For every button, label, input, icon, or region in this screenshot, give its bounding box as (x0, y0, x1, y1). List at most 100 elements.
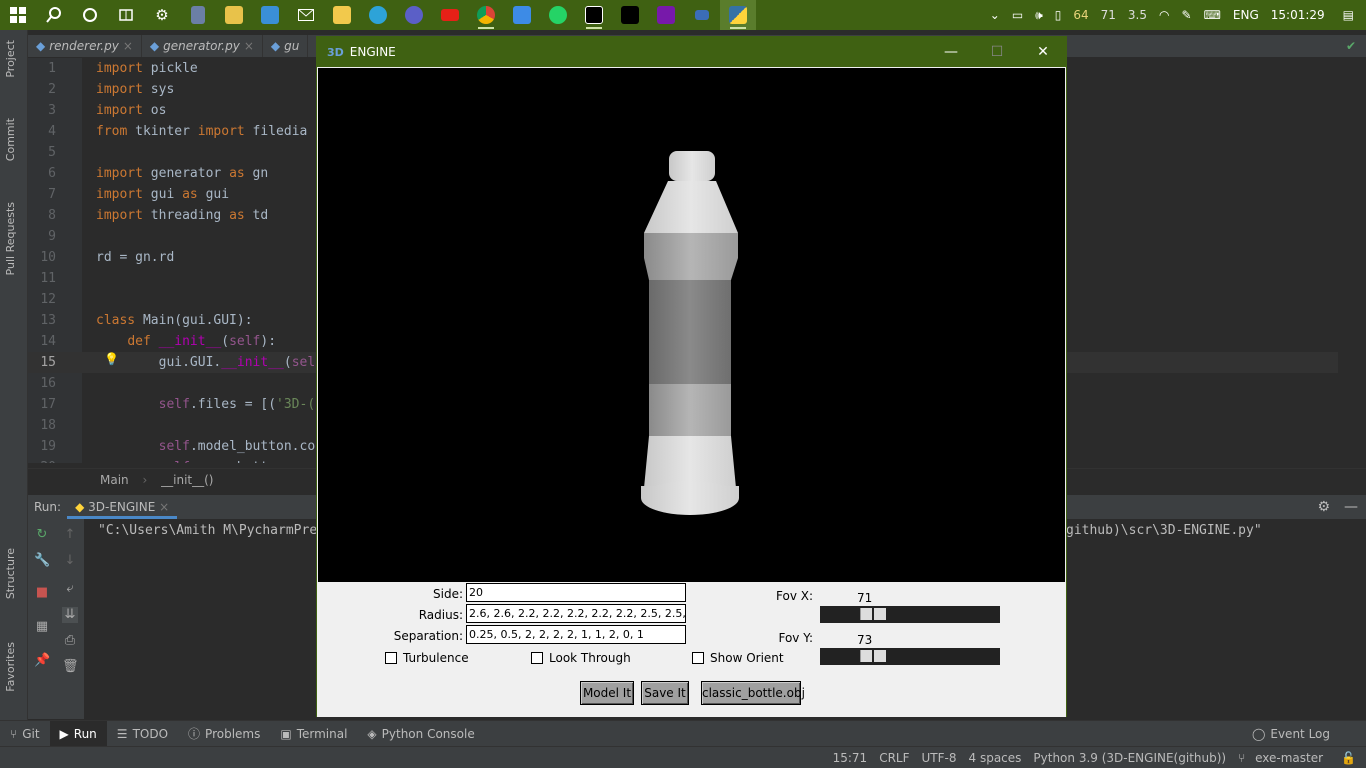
whatsapp-icon[interactable] (540, 0, 576, 30)
settings-icon[interactable]: ⚙ (144, 0, 180, 30)
pull-requests-tab[interactable]: Pull Requests (4, 202, 17, 275)
tool-problems[interactable]: ⓘ Problems (178, 725, 270, 742)
up-arrow-icon[interactable]: ↑ (62, 527, 78, 543)
indent-setting[interactable]: 4 spaces (963, 751, 1028, 765)
tool-terminal[interactable]: ▣ Terminal (270, 727, 357, 741)
layout-icon[interactable]: ▦ (34, 619, 50, 635)
soft-wrap-icon[interactable]: ⤶ (62, 581, 78, 597)
tool-python-console[interactable]: ◈ Python Console (357, 727, 484, 741)
teams-icon[interactable] (396, 0, 432, 30)
print-icon[interactable]: ⎙ (62, 633, 78, 649)
rerun-icon[interactable]: ↻ (34, 527, 50, 543)
stop-icon[interactable]: ■ (34, 585, 50, 601)
project-tab[interactable]: Project (4, 40, 17, 78)
clock[interactable]: 15:01:29 (1265, 8, 1331, 22)
separation-input[interactable]: 0.25, 0.5, 2, 2, 2, 2, 1, 1, 2, 0, 1 (466, 625, 686, 644)
down-arrow-icon[interactable]: ↓ (62, 553, 78, 569)
python-icon[interactable] (720, 0, 756, 30)
git-icon: ⑂ (10, 726, 18, 741)
git-branch[interactable]: ⑂ exe-master (1232, 751, 1335, 765)
open-file-button[interactable]: classic_bottle.obj (701, 681, 805, 705)
language-indicator[interactable]: ENG (1227, 8, 1265, 22)
line-separator[interactable]: CRLF (873, 751, 915, 765)
close-button[interactable]: ✕ (1020, 37, 1066, 67)
favorites-tab[interactable]: Favorites (4, 642, 17, 692)
start-icon[interactable] (0, 0, 36, 30)
chevron-up-icon[interactable]: ⌄ (984, 8, 1006, 22)
checkbox-box[interactable] (385, 652, 397, 664)
caret-position[interactable]: 15:71 (827, 751, 874, 765)
model-it-button[interactable]: Model It (580, 681, 634, 705)
breadcrumb-class[interactable]: Main (100, 473, 129, 487)
intellij-icon[interactable] (612, 0, 648, 30)
tool-run[interactable]: ▶ Run (49, 720, 107, 747)
lock-icon[interactable]: 🔓 (1335, 751, 1366, 765)
branch-label: exe-master (1255, 750, 1324, 765)
structure-tab[interactable]: Structure (4, 548, 17, 599)
commit-tab[interactable]: Commit (4, 118, 17, 161)
minimize-icon[interactable]: — (1344, 499, 1366, 515)
breadcrumb-method[interactable]: __init__() (161, 473, 213, 487)
close-icon[interactable]: × (244, 35, 254, 57)
inspection-ok-icon[interactable]: ✔ (1346, 35, 1366, 57)
run-tab[interactable]: ◆ 3D-ENGINE × (67, 495, 178, 519)
minimize-button[interactable]: — (928, 37, 974, 67)
lightbulb-icon[interactable]: 💡 (104, 352, 119, 366)
onenote-icon[interactable] (648, 0, 684, 30)
gear-icon[interactable]: ⚙ (1317, 499, 1344, 515)
vscode-icon[interactable] (684, 0, 720, 30)
maximize-button[interactable]: ☐ (974, 37, 1020, 67)
turbulence-checkbox[interactable]: Turbulence (385, 651, 469, 665)
pin-icon[interactable]: 📌 (34, 653, 50, 669)
close-icon[interactable]: × (123, 35, 133, 57)
fov-x-slider[interactable] (820, 606, 1000, 623)
edge-icon[interactable] (360, 0, 396, 30)
tab-gui[interactable]: ◆ gu (263, 35, 309, 57)
interpreter[interactable]: Python 3.9 (3D-ENGINE(github)) (1027, 751, 1232, 765)
save-it-button[interactable]: Save It (641, 681, 689, 705)
engine-titlebar[interactable]: 3D ENGINE — ☐ ✕ (317, 37, 1066, 67)
battery-icon[interactable]: ▭ (1006, 8, 1029, 22)
run-command-left: "C:\Users\Amith M\PycharmPre (98, 523, 318, 538)
store-icon[interactable] (324, 0, 360, 30)
look-through-checkbox[interactable]: Look Through (531, 651, 631, 665)
writer-icon[interactable] (504, 0, 540, 30)
close-icon[interactable]: × (159, 500, 169, 514)
radius-input[interactable]: 2.6, 2.6, 2.2, 2.2, 2.2, 2.2, 2.2, 2.5, … (466, 604, 686, 623)
fov-y-slider[interactable] (820, 648, 1000, 665)
scroll-to-end-icon[interactable]: ⇊ (62, 607, 78, 623)
show-orient-checkbox[interactable]: Show Orient (692, 651, 784, 665)
line-number: 8 (48, 208, 56, 223)
calculator-icon[interactable] (180, 0, 216, 30)
wifi-icon[interactable]: ◠ (1153, 8, 1175, 22)
tab-generator[interactable]: ◆ generator.py × (142, 35, 263, 57)
youtube-icon[interactable] (432, 0, 468, 30)
tool-git[interactable]: ⑂ Git (0, 727, 50, 741)
storage-icon[interactable]: ▯ (1049, 8, 1068, 22)
task-view-icon[interactable] (108, 0, 144, 30)
volume-icon[interactable]: 🕪 (1029, 8, 1049, 23)
left-tool-stripe: Project Commit Pull Requests Structure F… (0, 30, 28, 720)
tool-event-log[interactable]: ◯ Event Log (1242, 727, 1366, 741)
side-input[interactable]: 20 (466, 583, 686, 602)
trash-icon[interactable]: 🗑 (62, 659, 79, 675)
tool-todo[interactable]: ☰ TODO (107, 727, 178, 741)
file-explorer-icon[interactable] (216, 0, 252, 30)
tab-renderer[interactable]: ◆ renderer.py × (28, 35, 142, 57)
chrome-icon[interactable] (468, 0, 504, 30)
pen-icon[interactable]: ✎ (1176, 8, 1198, 22)
search-icon[interactable] (36, 0, 72, 30)
render-canvas[interactable] (318, 68, 1065, 582)
notification-icon[interactable]: ▤ (1331, 8, 1366, 22)
cortana-icon[interactable] (72, 0, 108, 30)
checkbox-box[interactable] (692, 652, 704, 664)
keyboard-icon[interactable]: ⌨ (1198, 8, 1227, 22)
slider-handle[interactable] (860, 608, 886, 620)
mail-icon[interactable] (288, 0, 324, 30)
checkbox-box[interactable] (531, 652, 543, 664)
file-encoding[interactable]: UTF-8 (916, 751, 963, 765)
slider-handle[interactable] (860, 650, 886, 662)
wrench-icon[interactable]: 🔧 (34, 553, 50, 569)
pycharm-icon[interactable] (576, 0, 612, 30)
word-docs-icon[interactable] (252, 0, 288, 30)
